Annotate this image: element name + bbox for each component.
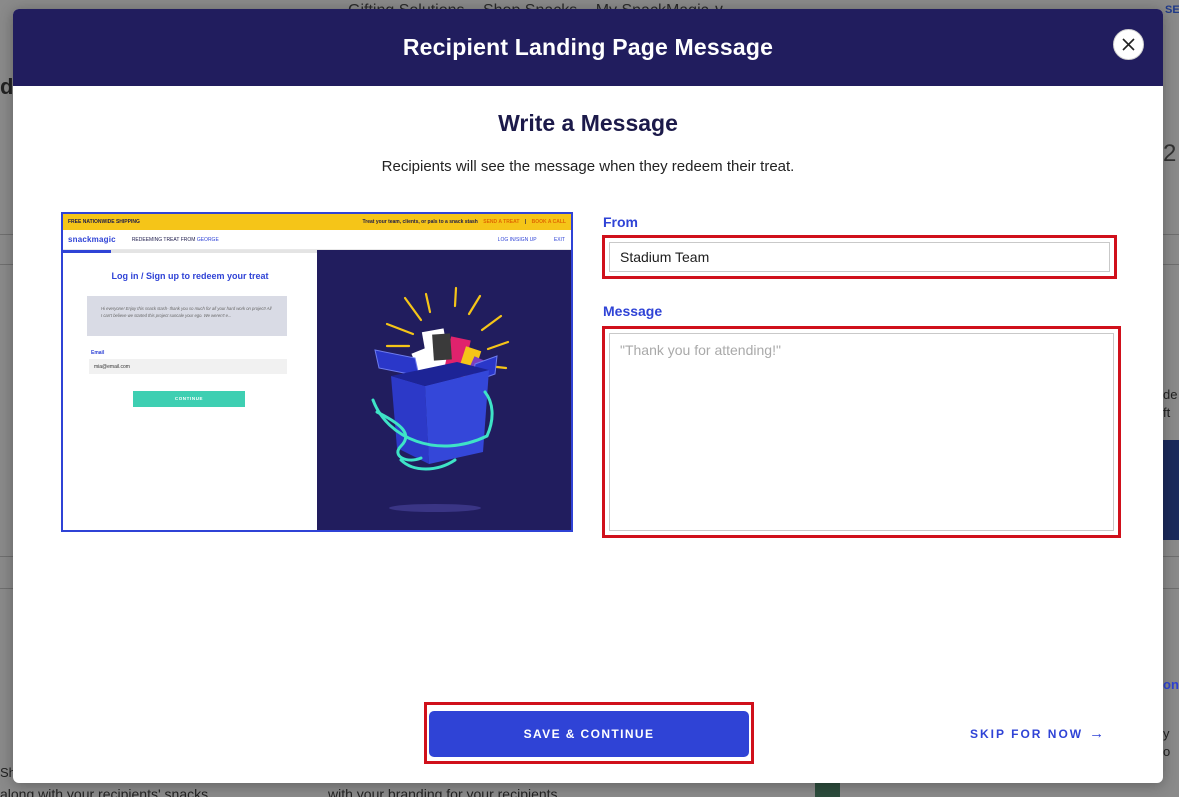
- bg-fragment-on: on: [1163, 677, 1179, 692]
- background-thumbnail: [815, 782, 840, 797]
- from-input[interactable]: [609, 242, 1110, 272]
- close-icon: [1122, 38, 1135, 51]
- landing-page-preview: FREE NATIONWIDE SHIPPING Treat your team…: [61, 212, 573, 532]
- landing-message-modal: Recipient Landing Page Message Write a M…: [13, 9, 1163, 783]
- preview-shipping-text: FREE NATIONWIDE SHIPPING: [68, 219, 140, 225]
- preview-nav: snackmagic REDEEMING TREAT FROM GEORGE L…: [63, 230, 571, 250]
- section-subtitle: Recipients will see the message when the…: [381, 158, 795, 175]
- preview-topbar-separator: |: [524, 219, 527, 225]
- preview-redeeming-name: GEORGE: [196, 236, 219, 243]
- preview-nav-right: LOG IN/SIGN UP EXIT: [482, 237, 565, 243]
- bg-fragment-se: SE: [1165, 4, 1179, 16]
- preview-body: Log in / Sign up to redeem your treat Hi…: [63, 250, 571, 530]
- bg-fragment-de: de: [1163, 387, 1178, 402]
- preview-topbar: FREE NATIONWIDE SHIPPING Treat your team…: [63, 214, 571, 230]
- from-field-highlight: [602, 235, 1117, 279]
- preview-illustration-panel: [317, 250, 571, 530]
- skip-label: SKIP FOR NOW: [970, 727, 1084, 741]
- bg-fragment-d: d: [0, 74, 14, 99]
- bg-fragment-bottom-mid: with your branding for your recipients: [328, 786, 558, 797]
- bg-fragment-2: 2: [1163, 140, 1177, 167]
- message-textarea[interactable]: [609, 333, 1114, 531]
- bg-fragment-bottom-left: along with your recipients' snacks: [0, 786, 209, 797]
- save-button-highlight: SAVE & CONTINUE: [424, 702, 754, 764]
- preview-topbar-text: Treat your team, clients, or pals to a s…: [362, 219, 478, 225]
- message-field-highlight: [602, 326, 1121, 538]
- preview-login-link: LOG IN/SIGN UP: [497, 237, 537, 243]
- bg-fragment-o: o: [1163, 744, 1171, 759]
- preview-progress-bar: [63, 250, 317, 253]
- preview-logo: snackmagic: [68, 235, 116, 244]
- preview-topbar-right: Treat your team, clients, or pals to a s…: [359, 219, 566, 225]
- preview-login-panel: Log in / Sign up to redeem your treat Hi…: [63, 250, 317, 530]
- background-image: [1163, 440, 1179, 540]
- preview-send-treat: SEND A TREAT: [483, 219, 520, 225]
- preview-message-box: Hi everyone! Enjoy this snack stash- tha…: [87, 296, 287, 336]
- preview-heading: Log in / Sign up to redeem your treat: [111, 271, 269, 281]
- bg-fragment-ft: ft: [1163, 405, 1171, 420]
- bg-fragment-y: y: [1163, 726, 1170, 741]
- modal-header: Recipient Landing Page Message: [13, 9, 1163, 86]
- save-continue-button[interactable]: SAVE & CONTINUE: [429, 711, 749, 757]
- preview-email-label: Email: [91, 350, 105, 356]
- preview-continue-button: CONTINUE: [133, 391, 245, 407]
- section-title: Write a Message: [498, 110, 678, 136]
- from-label: From: [603, 214, 638, 230]
- preview-redeeming-text: REDEEMING TREAT FROM: [131, 236, 196, 243]
- preview-email-field: mia@email.com: [89, 359, 287, 374]
- arrow-right-icon: →: [1089, 725, 1105, 742]
- snack-box-illustration: [371, 286, 510, 512]
- message-label: Message: [603, 303, 663, 319]
- preview-progress-fill: [63, 250, 111, 253]
- preview-exit-link: EXIT: [553, 237, 565, 243]
- skip-for-now-link[interactable]: SKIP FOR NOW →: [970, 725, 1104, 742]
- modal-title: Recipient Landing Page Message: [402, 34, 774, 60]
- preview-book-call: BOOK A CALL: [531, 219, 566, 225]
- close-button[interactable]: [1113, 29, 1144, 60]
